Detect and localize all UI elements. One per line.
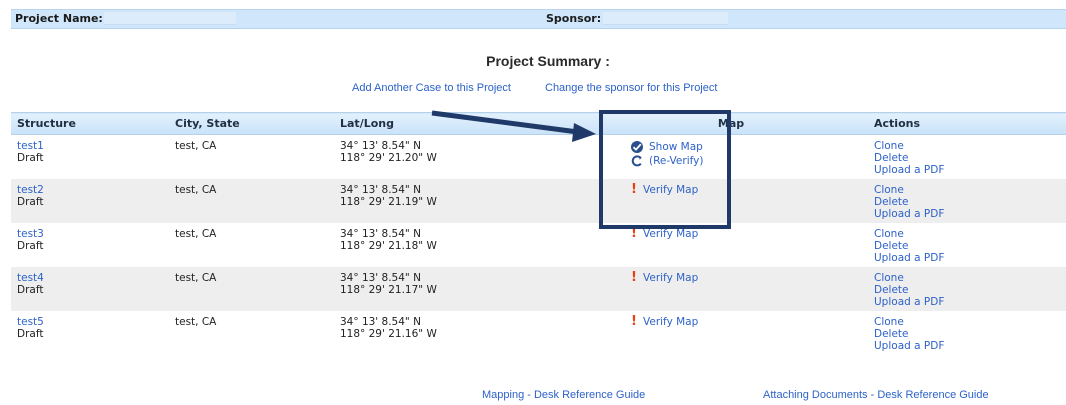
exclamation-icon: ! <box>631 225 637 241</box>
latitude-value: 34° 13' 8.54" N <box>340 271 421 284</box>
structure-status: Draft <box>17 195 44 208</box>
add-case-link[interactable]: Add Another Case to this Project <box>352 82 511 94</box>
project-name-label: Project Name: <box>15 12 103 25</box>
structure-status: Draft <box>17 283 44 296</box>
delete-link[interactable]: Delete <box>874 328 1066 340</box>
clone-link[interactable]: Clone <box>874 184 1066 196</box>
table-row: test2 Draft test, CA 34° 13' 8.54" N 118… <box>11 178 1066 223</box>
longitude-value: 118° 29' 21.20" W <box>340 152 437 164</box>
upload-pdf-link[interactable]: Upload a PDF <box>874 296 1066 308</box>
city-state-cell: test, CA <box>169 266 334 311</box>
table-row: test4 Draft test, CA 34° 13' 8.54" N 118… <box>11 266 1066 311</box>
column-header-city-state[interactable]: City, State <box>169 112 334 135</box>
delete-link[interactable]: Delete <box>874 152 1066 164</box>
table-row: test1 Draft test, CA 34° 13' 8.54" N 118… <box>11 135 1066 179</box>
change-sponsor-link[interactable]: Change the sponsor for this Project <box>545 82 717 94</box>
structure-link[interactable]: test4 <box>17 272 44 284</box>
sponsor-label: Sponsor: <box>546 12 602 25</box>
attaching-guide-link[interactable]: Attaching Documents - Desk Reference Gui… <box>763 389 989 401</box>
clone-link[interactable]: Clone <box>874 272 1066 284</box>
longitude-value: 118° 29' 21.18" W <box>340 239 437 252</box>
upload-pdf-link[interactable]: Upload a PDF <box>874 252 1066 264</box>
column-header-actions[interactable]: Actions <box>868 112 1066 135</box>
verify-map-link[interactable]: Verify Map <box>643 316 698 328</box>
structure-status: Draft <box>17 152 44 164</box>
page-title: Project Summary : <box>486 53 610 69</box>
verify-map-link[interactable]: Verify Map <box>643 228 698 240</box>
exclamation-icon: ! <box>631 269 637 285</box>
city-state-cell: test, CA <box>175 140 217 152</box>
clone-link[interactable]: Clone <box>874 140 1066 152</box>
upload-pdf-link[interactable]: Upload a PDF <box>874 208 1066 220</box>
structures-table: Structure City, State Lat/Long Map Actio… <box>11 112 1066 355</box>
longitude-value: 118° 29' 21.19" W <box>340 195 437 208</box>
latitude-value: 34° 13' 8.54" N <box>340 183 421 196</box>
delete-link[interactable]: Delete <box>874 196 1066 208</box>
structure-link[interactable]: test1 <box>17 140 44 152</box>
column-header-structure[interactable]: Structure <box>11 112 169 135</box>
longitude-value: 118° 29' 21.16" W <box>340 327 437 340</box>
column-header-lat-long[interactable]: Lat/Long <box>334 112 594 135</box>
table-row: test3 Draft test, CA 34° 13' 8.54" N 118… <box>11 223 1066 267</box>
latitude-value: 34° 13' 8.54" N <box>340 315 421 328</box>
sponsor-value <box>603 12 728 25</box>
longitude-value: 118° 29' 21.17" W <box>340 283 437 296</box>
table-header-row: Structure City, State Lat/Long Map Actio… <box>11 112 1066 135</box>
upload-pdf-link[interactable]: Upload a PDF <box>874 340 1066 352</box>
city-state-cell: test, CA <box>175 227 217 240</box>
delete-link[interactable]: Delete <box>874 240 1066 252</box>
project-name-value <box>104 12 236 25</box>
latitude-value: 34° 13' 8.54" N <box>340 140 421 152</box>
mapping-guide-link[interactable]: Mapping - Desk Reference Guide <box>482 389 645 401</box>
upload-pdf-link[interactable]: Upload a PDF <box>874 164 1066 176</box>
structure-link[interactable]: test5 <box>17 316 44 328</box>
city-state-cell: test, CA <box>175 315 217 328</box>
city-state-cell: test, CA <box>169 178 334 223</box>
map-column-highlight-box <box>599 110 731 229</box>
exclamation-icon: ! <box>631 313 637 329</box>
structure-status: Draft <box>17 239 44 252</box>
verify-map-link[interactable]: Verify Map <box>643 272 698 284</box>
structure-status: Draft <box>17 327 44 340</box>
project-header-bar: Project Name: Sponsor: <box>11 9 1066 29</box>
table-row: test5 Draft test, CA 34° 13' 8.54" N 118… <box>11 311 1066 355</box>
clone-link[interactable]: Clone <box>874 228 1066 240</box>
latitude-value: 34° 13' 8.54" N <box>340 227 421 240</box>
delete-link[interactable]: Delete <box>874 284 1066 296</box>
clone-link[interactable]: Clone <box>874 316 1066 328</box>
structure-link[interactable]: test3 <box>17 228 44 240</box>
structure-link[interactable]: test2 <box>17 184 44 196</box>
